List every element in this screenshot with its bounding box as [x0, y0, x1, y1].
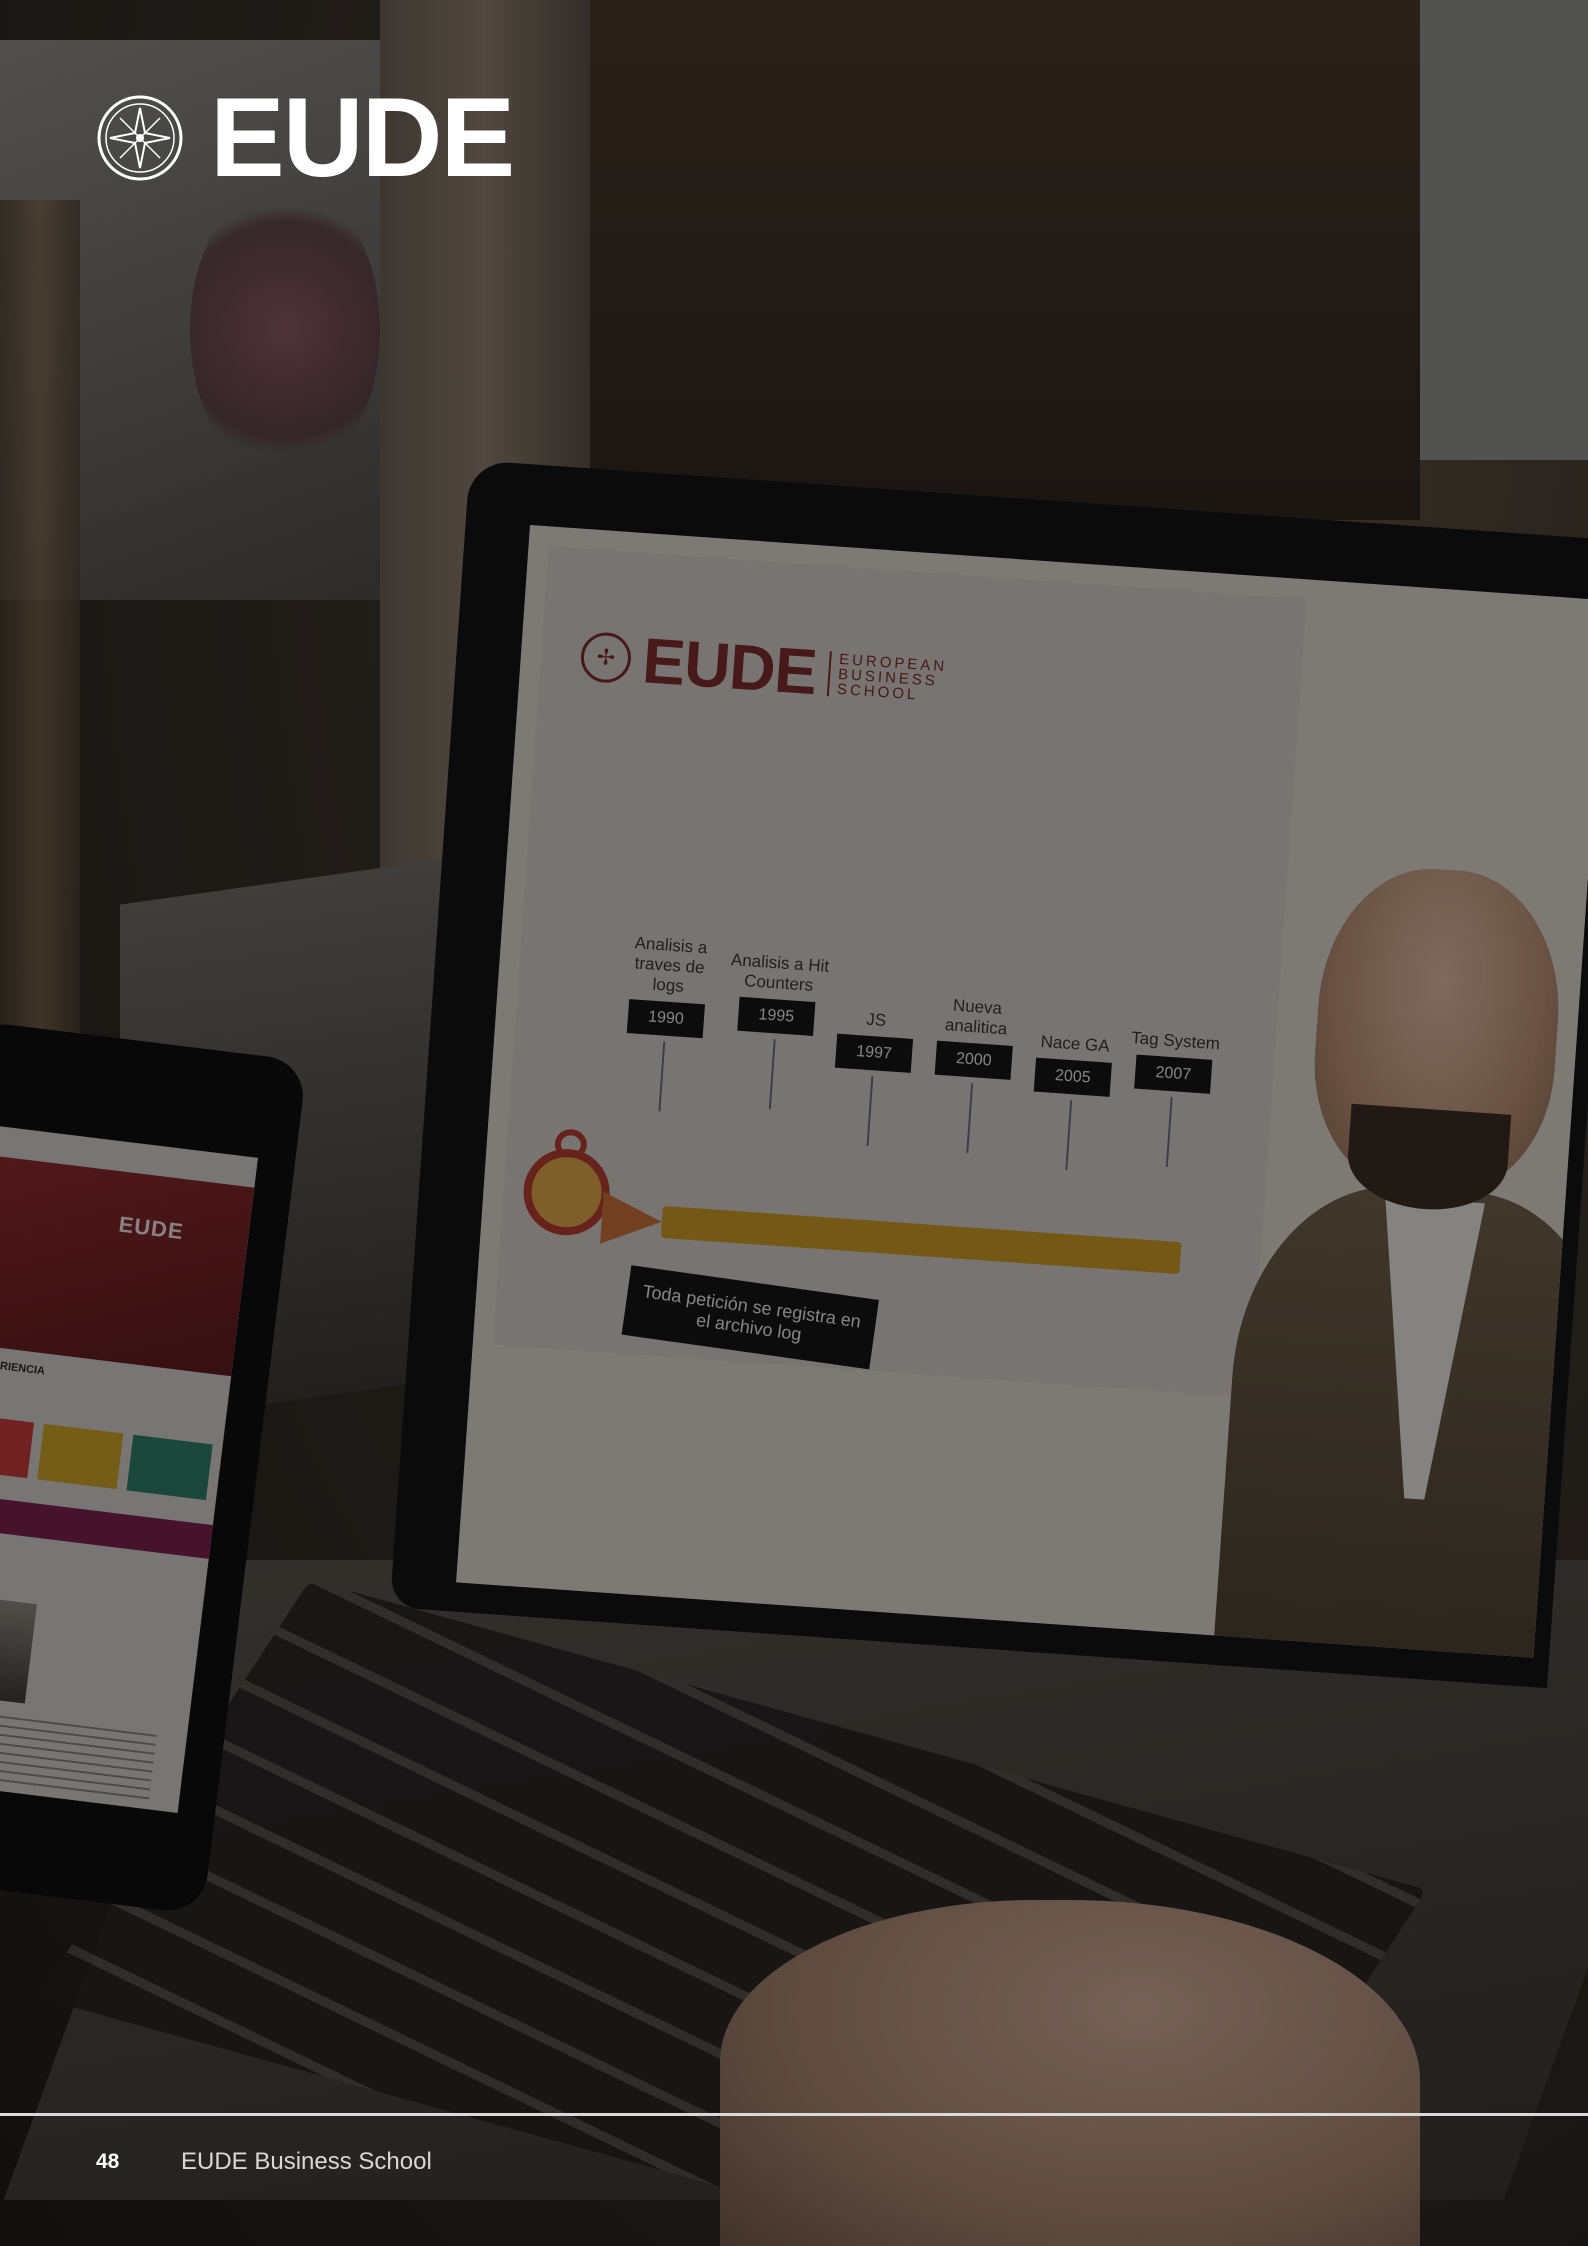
brand-name: EUDE	[210, 75, 515, 200]
footer-divider	[0, 2113, 1588, 2116]
magazine-page: ✢ EUDE EUROPEAN BUSINESS SCHOOL Analisis…	[0, 0, 1588, 2246]
brand-header: EUDE	[96, 75, 515, 200]
publication-name: EUDE Business School	[181, 2148, 432, 2175]
dark-overlay	[0, 0, 1588, 2246]
page-number: 48	[96, 2150, 120, 2173]
compass-star-emblem-icon	[97, 95, 183, 181]
